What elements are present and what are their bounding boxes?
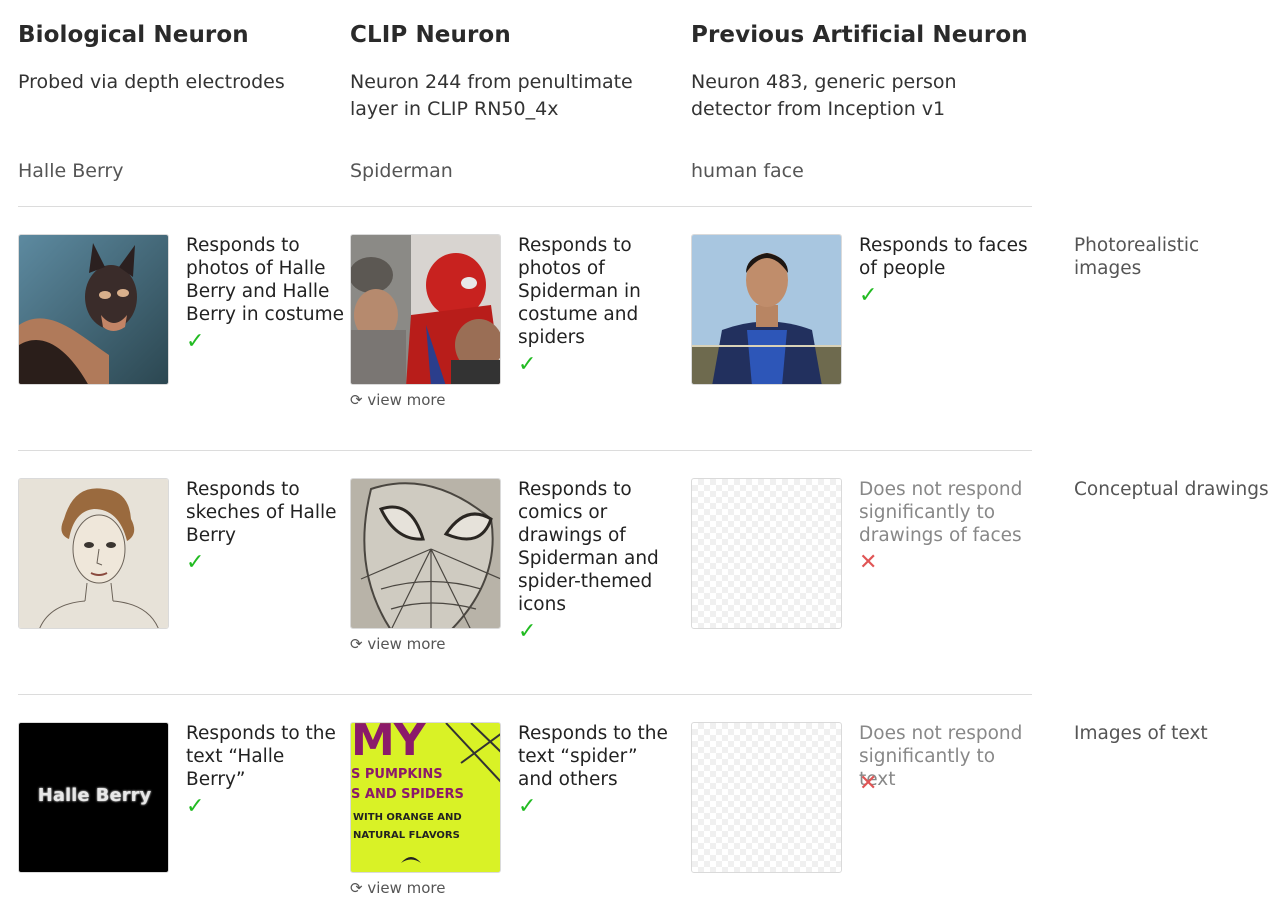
human-face-photo bbox=[691, 234, 842, 385]
spiderman-drawing bbox=[350, 478, 501, 629]
check-icon: ✓ bbox=[186, 794, 205, 819]
spider-text-image: MY S PUMPKINS S AND SPIDERS WITH ORANGE … bbox=[350, 722, 501, 873]
column-topic-clip: Spiderman bbox=[350, 160, 453, 182]
check-icon: ✓ bbox=[518, 352, 537, 377]
column-subtitle-clip: Neuron 244 from penultimate layer in CLI… bbox=[350, 71, 633, 120]
prev-text-description: Does not respond significantly to text bbox=[859, 723, 1023, 790]
column-topic-biological: Halle Berry bbox=[18, 160, 124, 182]
check-icon: ✓ bbox=[186, 329, 205, 354]
halle-berry-text-image: Halle Berry bbox=[18, 722, 169, 873]
spider-image-text-line-1: MY bbox=[351, 722, 426, 766]
clip-drawing-description: Responds to comics or drawings of Spider… bbox=[518, 479, 659, 615]
row-label-conceptual: Conceptual drawings bbox=[1074, 479, 1269, 500]
spider-image-text-line-2: S PUMPKINS bbox=[351, 767, 443, 782]
halle-berry-sketch bbox=[18, 478, 169, 629]
view-more-link[interactable]: ⟳ view more bbox=[350, 391, 446, 409]
spider-image-text-line-5: NATURAL FLAVORS bbox=[353, 830, 460, 841]
column-title-clip: CLIP Neuron bbox=[350, 22, 511, 48]
check-icon: ✓ bbox=[518, 619, 537, 644]
row-label-text: Images of text bbox=[1074, 723, 1208, 744]
cross-icon: ✕ bbox=[859, 550, 878, 575]
empty-placeholder-image bbox=[691, 478, 842, 629]
bio-sketch-description: Responds to skeches of Halle Berry bbox=[186, 479, 337, 546]
spider-image-text-line-3: S AND SPIDERS bbox=[351, 787, 464, 802]
check-icon: ✓ bbox=[186, 550, 205, 575]
divider bbox=[18, 694, 1032, 695]
spiderman-costume-photo bbox=[350, 234, 501, 385]
column-subtitle-biological: Probed via depth electrodes bbox=[18, 71, 285, 93]
clip-text-description: Responds to the text “spider” and others bbox=[518, 723, 668, 790]
view-more-link[interactable]: ⟳ view more bbox=[350, 879, 446, 897]
view-more-link[interactable]: ⟳ view more bbox=[350, 635, 446, 653]
halle-berry-image-text: Halle Berry bbox=[37, 785, 152, 806]
prev-drawing-description: Does not respond significantly to drawin… bbox=[859, 479, 1023, 546]
column-title-previous: Previous Artificial Neuron bbox=[691, 22, 1028, 48]
divider bbox=[18, 450, 1032, 451]
halle-berry-catwoman-photo bbox=[18, 234, 169, 385]
spider-image-text-line-4: WITH ORANGE AND bbox=[353, 812, 462, 823]
bio-text-description: Responds to the text “Halle Berry” bbox=[186, 723, 336, 790]
divider bbox=[18, 206, 1032, 207]
row-label-photorealistic: Photorealistic images bbox=[1074, 235, 1200, 279]
column-subtitle-previous: Neuron 483, generic person detector from… bbox=[691, 71, 957, 120]
prev-photo-description: Responds to faces of people bbox=[859, 235, 1028, 279]
check-icon: ✓ bbox=[518, 794, 537, 819]
empty-placeholder-image bbox=[691, 722, 842, 873]
bio-photo-description: Responds to photos of Halle Berry and Ha… bbox=[186, 235, 345, 325]
check-icon: ✓ bbox=[859, 283, 878, 308]
clip-photo-description: Responds to photos of Spiderman in costu… bbox=[518, 235, 641, 348]
column-topic-previous: human face bbox=[691, 160, 804, 182]
cross-icon: ✕ bbox=[859, 771, 878, 796]
column-title-biological: Biological Neuron bbox=[18, 22, 249, 48]
